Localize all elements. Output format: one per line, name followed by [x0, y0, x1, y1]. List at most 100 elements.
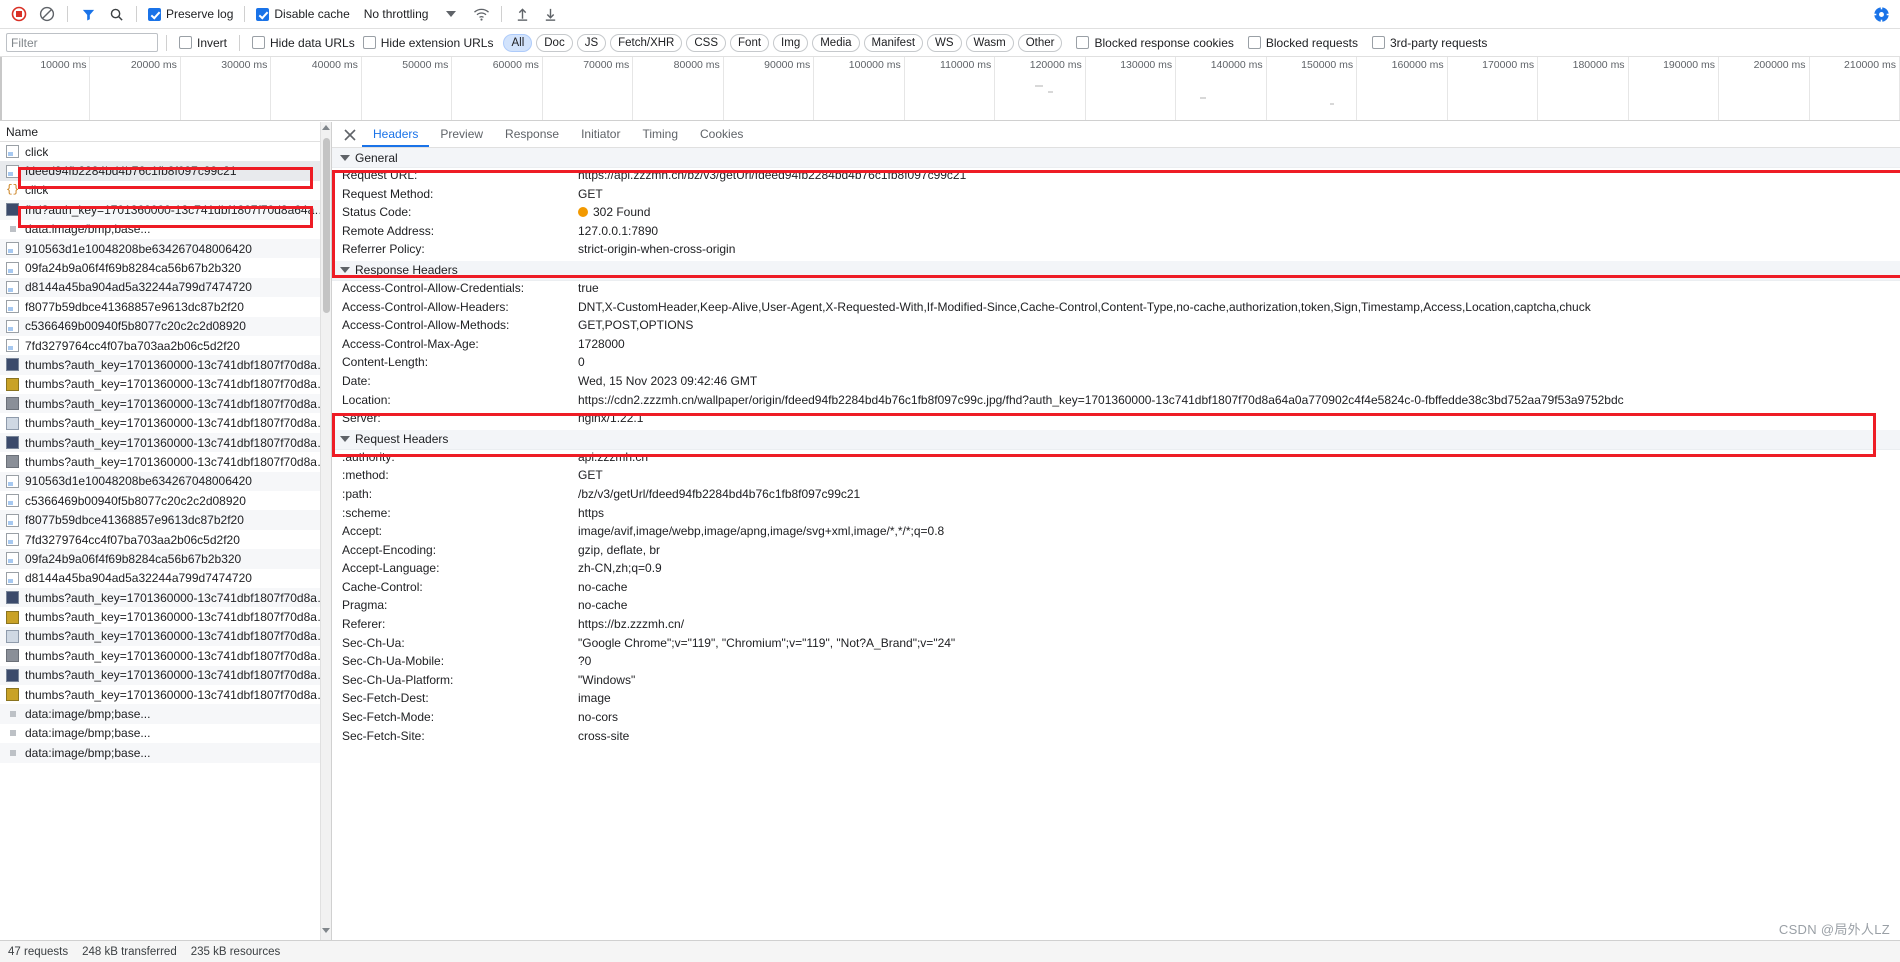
- filterbar-divider-2: [239, 34, 241, 51]
- search-icon[interactable]: [103, 2, 129, 26]
- request-row[interactable]: thumbs?auth_key=1701360000-13c741dbf1807…: [0, 432, 331, 453]
- record-stop-icon[interactable]: [6, 2, 32, 26]
- request-row[interactable]: data:image/bmp;base...: [0, 704, 331, 724]
- filter-funnel-icon[interactable]: [75, 2, 101, 26]
- request-row[interactable]: fdeed94fb2284bd4b76c1fb8f097c99c21: [0, 161, 331, 181]
- type-filter-manifest[interactable]: Manifest: [863, 33, 924, 52]
- request-row[interactable]: data:image/bmp;base...: [0, 724, 331, 743]
- request-row[interactable]: thumbs?auth_key=1701360000-13c741dbf1807…: [0, 452, 331, 471]
- disable-cache-checkbox[interactable]: Disable cache: [256, 7, 350, 21]
- network-overview-timeline[interactable]: 10000 ms 20000 ms 30000 ms 40000 ms 50000 ms…: [0, 57, 1900, 121]
- hide-data-urls-checkbox[interactable]: Hide data URLs: [252, 36, 355, 50]
- third-party-requests-checkbox[interactable]: 3rd-party requests: [1371, 36, 1487, 50]
- tab-initiator[interactable]: Initiator: [570, 122, 631, 147]
- request-row[interactable]: 7fd3279764cc4f07ba703aa2b06c5d2f20: [0, 336, 331, 355]
- type-filter-other[interactable]: Other: [1017, 33, 1063, 52]
- tab-preview[interactable]: Preview: [429, 122, 494, 147]
- request-name: 7fd3279764cc4f07ba703aa2b06c5d2f20: [25, 532, 240, 547]
- request-row[interactable]: click: [0, 142, 331, 161]
- image-gold-icon: [6, 377, 19, 391]
- request-row[interactable]: 7fd3279764cc4f07ba703aa2b06c5d2f20: [0, 530, 331, 549]
- image-gold-icon: [6, 610, 19, 624]
- type-filter-fetch-xhr[interactable]: Fetch/XHR: [610, 33, 683, 52]
- request-row[interactable]: thumbs?auth_key=1701360000-13c741dbf1807…: [0, 646, 331, 665]
- blocked-requests-checkbox[interactable]: Blocked requests: [1247, 36, 1358, 50]
- request-row[interactable]: f8077b59dbce41368857e9613dc87b2f20: [0, 510, 331, 530]
- section-response-headers[interactable]: Response Headers: [332, 260, 1900, 281]
- header-key: Remote Address:: [342, 223, 435, 238]
- scrollbar-thumb[interactable]: [323, 138, 330, 313]
- type-filter-all[interactable]: All: [503, 33, 533, 52]
- request-row[interactable]: thumbs?auth_key=1701360000-13c741dbf1807…: [0, 685, 331, 704]
- header-key: Content-Length:: [342, 355, 429, 370]
- type-filter-wasm[interactable]: Wasm: [965, 33, 1014, 52]
- header-key: Referer:: [342, 617, 386, 632]
- type-filter-font[interactable]: Font: [730, 33, 770, 52]
- request-row[interactable]: c5366469b00940f5b8077c20c2c2d08920: [0, 316, 331, 336]
- header-row: Request Method: GET: [332, 187, 1900, 206]
- filter-input[interactable]: [6, 33, 158, 52]
- scroll-down-icon[interactable]: [322, 928, 331, 937]
- request-name: thumbs?auth_key=1701360000-13c741dbf1807…: [25, 396, 331, 411]
- tab-response[interactable]: Response: [494, 122, 570, 147]
- gear-icon[interactable]: [1868, 2, 1894, 26]
- request-count: 47 requests: [8, 945, 69, 958]
- export-har-icon[interactable]: [537, 2, 563, 26]
- request-row[interactable]: 910563d1e10048208be634267048006420: [0, 238, 331, 259]
- tab-cookies[interactable]: Cookies: [689, 122, 754, 147]
- invert-checkbox[interactable]: Invert: [179, 36, 227, 50]
- request-list-body[interactable]: click fdeed94fb2284bd4b76c1fb8f097c99c21 {…: [0, 142, 331, 940]
- blocked-response-cookies-checkbox[interactable]: Blocked response cookies: [1076, 36, 1234, 50]
- overview-request-bar: [1035, 85, 1043, 87]
- type-filter-css[interactable]: CSS: [686, 33, 727, 52]
- request-row[interactable]: data:image/bmp;base...: [0, 743, 331, 763]
- header-key: Request Method:: [342, 186, 434, 201]
- chevron-down-icon[interactable]: [446, 11, 457, 17]
- request-row[interactable]: 09fa24b9a06f4f69b8284ca56b67b2b320: [0, 549, 331, 569]
- header-row: Sec-Ch-Ua: "Google Chrome";v="119", "Chro…: [332, 636, 1900, 655]
- type-filter-img[interactable]: Img: [773, 33, 809, 52]
- scroll-up-icon[interactable]: [322, 125, 331, 134]
- request-row[interactable]: {} click: [0, 181, 331, 200]
- type-filter-media[interactable]: Media: [812, 33, 860, 52]
- type-filter-doc[interactable]: Doc: [536, 33, 573, 52]
- request-row[interactable]: thumbs?auth_key=1701360000-13c741dbf1807…: [0, 626, 331, 647]
- header-value: no-cache: [578, 579, 628, 594]
- type-filter-js[interactable]: JS: [576, 33, 607, 52]
- section-general[interactable]: General: [332, 148, 1900, 168]
- clear-icon[interactable]: [34, 2, 60, 26]
- request-row[interactable]: thumbs?auth_key=1701360000-13c741dbf1807…: [0, 394, 331, 414]
- header-row: Status Code: 302 Found: [332, 205, 1900, 224]
- request-row[interactable]: 910563d1e10048208be634267048006420: [0, 471, 331, 492]
- request-row[interactable]: f8077b59dbce41368857e9613dc87b2f20: [0, 297, 331, 316]
- hide-extension-urls-checkbox[interactable]: Hide extension URLs: [362, 36, 493, 50]
- hide-extension-urls-box: [362, 36, 376, 49]
- request-row[interactable]: thumbs?auth_key=1701360000-13c741dbf1807…: [0, 665, 331, 685]
- request-row[interactable]: d8144a45ba904ad5a32244a799d7474720: [0, 569, 331, 588]
- request-name: click: [25, 183, 49, 198]
- column-header-name[interactable]: Name: [6, 125, 38, 139]
- wifi-icon[interactable]: [468, 2, 494, 26]
- request-row[interactable]: thumbs?auth_key=1701360000-13c741dbf1807…: [0, 355, 331, 375]
- overview-tick-label: 150000 ms: [1301, 59, 1354, 71]
- request-row[interactable]: thumbs?auth_key=1701360000-13c741dbf1807…: [0, 587, 331, 608]
- tab-timing[interactable]: Timing: [631, 122, 689, 147]
- header-key: Accept-Language:: [342, 561, 440, 576]
- preserve-log-checkbox[interactable]: Preserve log: [148, 7, 233, 21]
- request-row[interactable]: thumbs?auth_key=1701360000-13c741dbf1807…: [0, 413, 331, 432]
- request-row[interactable]: data:image/bmp;base...: [0, 220, 331, 239]
- request-row[interactable]: c5366469b00940f5b8077c20c2c2d08920: [0, 491, 331, 510]
- request-list-scrollbar[interactable]: [320, 122, 331, 940]
- type-filter-ws[interactable]: WS: [927, 33, 962, 52]
- import-har-icon[interactable]: [509, 2, 535, 26]
- request-row[interactable]: 09fa24b9a06f4f69b8284ca56b67b2b320: [0, 258, 331, 277]
- close-icon[interactable]: [338, 122, 362, 147]
- tab-headers[interactable]: Headers: [362, 122, 430, 147]
- request-row[interactable]: thumbs?auth_key=1701360000-13c741dbf1807…: [0, 607, 331, 626]
- request-row[interactable]: fhd?auth_key=1701360000-13c741dbf1807f70…: [0, 200, 331, 220]
- request-row[interactable]: thumbs?auth_key=1701360000-13c741dbf1807…: [0, 375, 331, 394]
- throttling-selected-value[interactable]: No throttling: [364, 7, 429, 21]
- request-row[interactable]: d8144a45ba904ad5a32244a799d7474720: [0, 277, 331, 298]
- header-row: Referer: https://bz.zzzmh.cn/: [332, 617, 1900, 636]
- section-request-headers[interactable]: Request Headers: [332, 429, 1900, 450]
